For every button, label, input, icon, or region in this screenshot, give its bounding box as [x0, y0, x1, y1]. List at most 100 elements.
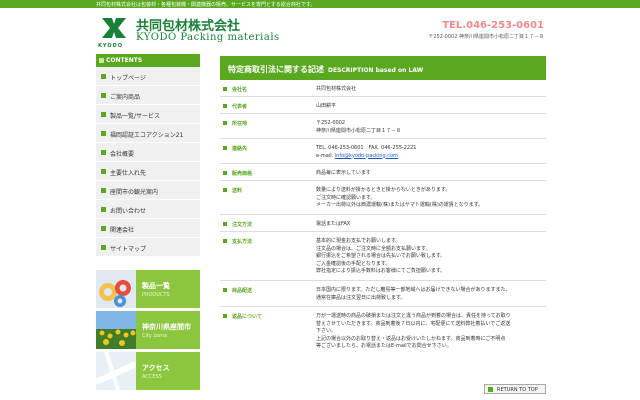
value-line: 万が一運送時の商品の破損または注文と違う商品が到着の場合は、責任を持ってお取り [316, 313, 511, 319]
sidebar-item-eco-action[interactable]: 福岡認証エコアクション21 [96, 124, 200, 143]
return-to-top-button[interactable]: RETURN TO TOP [484, 384, 546, 394]
row-value: 共同包材株式会社 [316, 86, 544, 94]
row-value: 山田耕平 [316, 103, 544, 111]
row-value: 数量により送料が掛かるときと掛からないときがあります。 ご注文時に確認願います。… [316, 187, 544, 210]
bullet-icon [223, 146, 227, 150]
header-phone: TEL.046-253-0601 [442, 20, 544, 31]
sidebar-item-top[interactable]: トップページ [96, 67, 200, 86]
access-banner[interactable]: アクセス ACCESS [96, 352, 200, 390]
sidebar-item-label: 主要仕入れ先 [110, 170, 147, 177]
page-title-en: DESCRIPTION based on LAW [328, 67, 424, 74]
row-label: 代表者 [232, 104, 248, 110]
company-name-en: KYODO Packing materials [136, 32, 280, 43]
sidebar-banners: 製品一覧 PRODUCTS 神奈川県座間市 City zama アクセス ACC… [96, 270, 200, 393]
row-label: 連絡先 [232, 146, 248, 152]
row-delivery: 商品配送 日本国内に限ります。ただし離島等一部地域へはお届けできない場合がありま… [220, 281, 546, 307]
value-line: 銀行振込をご希望される場合は先払いでお願い致します。 [316, 253, 446, 259]
value-line: 弊社指定により振込手数料はお客様にてご負担願います。 [316, 268, 446, 274]
row-value: 電話またはFAX [316, 221, 544, 229]
banner-label-box: 製品一覧 PRODUCTS [136, 270, 200, 308]
sidebar-item-label: トップページ [110, 75, 146, 82]
sidebar-item-sitemap[interactable]: サイトマップ [96, 238, 200, 257]
bullet-icon [101, 93, 106, 98]
value-line: 注文品の場合は、ご注文時に全額お支払願います。 [316, 245, 431, 252]
row-contact: 連絡先 TEL. 046-253-0601 FAX. 046-255-2221 … [220, 139, 546, 164]
bullet-icon [101, 226, 106, 231]
value-line: 替えさせていただきます。商品到着後７日以内に、宅配便にて送料弊社着払いでご返送 [316, 320, 511, 327]
header-address: 〒252-0002 神奈川県座間市小松原二丁目１７－８ [428, 34, 544, 40]
row-value: 万が一運送時の商品の破損または注文と違う商品が到着の場合は、責任を持ってお取り … [316, 313, 544, 351]
banner-title: 神奈川県座間市 [142, 323, 191, 331]
value-line: 〒252-0002 [316, 120, 346, 126]
row-address: 所在地 〒252-0002 神奈川県座間市小松原二丁目１７－８ [220, 114, 546, 139]
banner-title: アクセス [142, 364, 170, 372]
value-line: 電話またはFAX [316, 221, 351, 227]
bullet-icon [101, 112, 106, 117]
row-label: 会社名 [232, 87, 248, 93]
row-label: 支払方法 [232, 239, 253, 245]
row-label: 返品について [232, 314, 262, 320]
sidebar-item-contact[interactable]: お問い合わせ [96, 200, 200, 219]
row-label: 送料 [232, 188, 243, 194]
bullet-icon [223, 288, 227, 292]
value-line: 日本国内に限ります。ただし離島等一部地域へはお届けできない場合がありますまた、 [316, 287, 511, 293]
sidebar-item-label: お問い合わせ [110, 208, 147, 215]
banner-subtitle: PRODUCTS [142, 292, 170, 298]
banner-subtitle: ACCESS [142, 374, 162, 380]
bullet-icon [223, 314, 227, 318]
tape-rolls-image [96, 270, 136, 308]
value-line: ご入金確認後の手配となります。 [316, 260, 391, 267]
bullet-icon [101, 150, 106, 155]
zama-city-banner[interactable]: 神奈川県座間市 City zama [96, 311, 200, 349]
banner-label-box: 神奈川県座間市 City zama [136, 311, 200, 349]
value-line: メーカー出荷以外は西濃運輸(株)またはヤマト運輸(株)の運賃となります。 [316, 202, 484, 208]
row-payment: 支払方法 基本的に現金お支払でお願いします。 注文品の場合は、ご注文時に全額お支… [220, 232, 546, 281]
value-line: 共同包材株式会社 [316, 86, 357, 92]
sidebar-heading-text: CONTENTS [106, 57, 143, 64]
bullet-icon [101, 131, 106, 136]
bullet-icon [223, 87, 227, 91]
email-line: e-mail. info@kyodo-packing.com [316, 153, 544, 161]
products-banner[interactable]: 製品一覧 PRODUCTS [96, 270, 200, 308]
value-line: TEL. 046-253-0601 FAX. 046-255-2221 [316, 145, 417, 151]
sidebar-item-affiliates[interactable]: 関連会社 [96, 219, 200, 238]
value-line: 等ございましたら、お電話またはE-mailでお問合せ下さい。 [316, 343, 452, 349]
site-logo[interactable]: KYODO 共同包材株式会社 KYODO Packing materials [98, 12, 308, 49]
page-title-text: 特定商取引法に関する記述 [228, 65, 324, 74]
bullet-icon [101, 188, 106, 193]
sidebar-item-tourism[interactable]: 座間市の観光案内 [96, 181, 200, 200]
main-content: 特定商取引法に関する記述 DESCRIPTION based on LAW 会社名… [220, 56, 546, 357]
value-line: 通常在庫品は注文翌日に出荷致します。 [316, 294, 406, 301]
page-title: 特定商取引法に関する記述 DESCRIPTION based on LAW [220, 56, 546, 80]
sidebar-item-suppliers[interactable]: 主要仕入れ先 [96, 162, 200, 181]
sidebar-item-product-list[interactable]: 製品一覧/サービス [96, 105, 200, 124]
bullet-icon [101, 207, 106, 212]
value-line: 商品毎に表示しています [316, 170, 371, 176]
square-bullet-icon [99, 58, 104, 63]
bullet-icon [101, 74, 106, 79]
logo-mark-text: KYODO [98, 43, 123, 49]
value-line: 基本的に現金お支払でお願いします。 [316, 238, 401, 244]
row-shipping-fee: 送料 数量により送料が掛かるときと掛からないときがあります。 ご注文時に確認願い… [220, 181, 546, 215]
row-value: 日本国内に限ります。ただし離島等一部地域へはお届けできない場合がありますまた、 … [316, 287, 544, 302]
row-representative: 代表者 山田耕平 [220, 97, 546, 114]
sidebar-item-products-guide[interactable]: ご案内商品 [96, 86, 200, 105]
sidebar-nav: CONTENTS トップページ ご案内商品 製品一覧/サービス 福岡認証エコアク… [96, 54, 200, 257]
sidebar-item-company[interactable]: 会社概要 [96, 143, 200, 162]
sunflower-field-image [96, 311, 136, 349]
email-link[interactable]: info@kyodo-packing.com [335, 153, 398, 159]
bullet-icon [223, 222, 227, 226]
value-line: 下さい。 [316, 328, 337, 334]
bullet-icon [223, 121, 227, 125]
row-label: 販売価格 [232, 171, 253, 177]
value-line: ご注文時に確認願います。 [316, 194, 376, 201]
row-price: 販売価格 商品毎に表示しています [220, 164, 546, 181]
sidebar-item-label: 福岡認証エコアクション21 [110, 132, 184, 139]
sidebar-item-label: 関連会社 [110, 227, 135, 234]
sidebar-item-label: ご案内商品 [110, 94, 141, 101]
value-line: 上記の場合以外のお取り替え・返品はお受けいたしかねます。商品到着時にご不明点 [316, 335, 506, 342]
email-prefix: e-mail. [316, 152, 335, 159]
row-label: 注文方法 [232, 222, 253, 228]
bullet-icon [223, 171, 227, 175]
value-line: 山田耕平 [316, 103, 337, 109]
